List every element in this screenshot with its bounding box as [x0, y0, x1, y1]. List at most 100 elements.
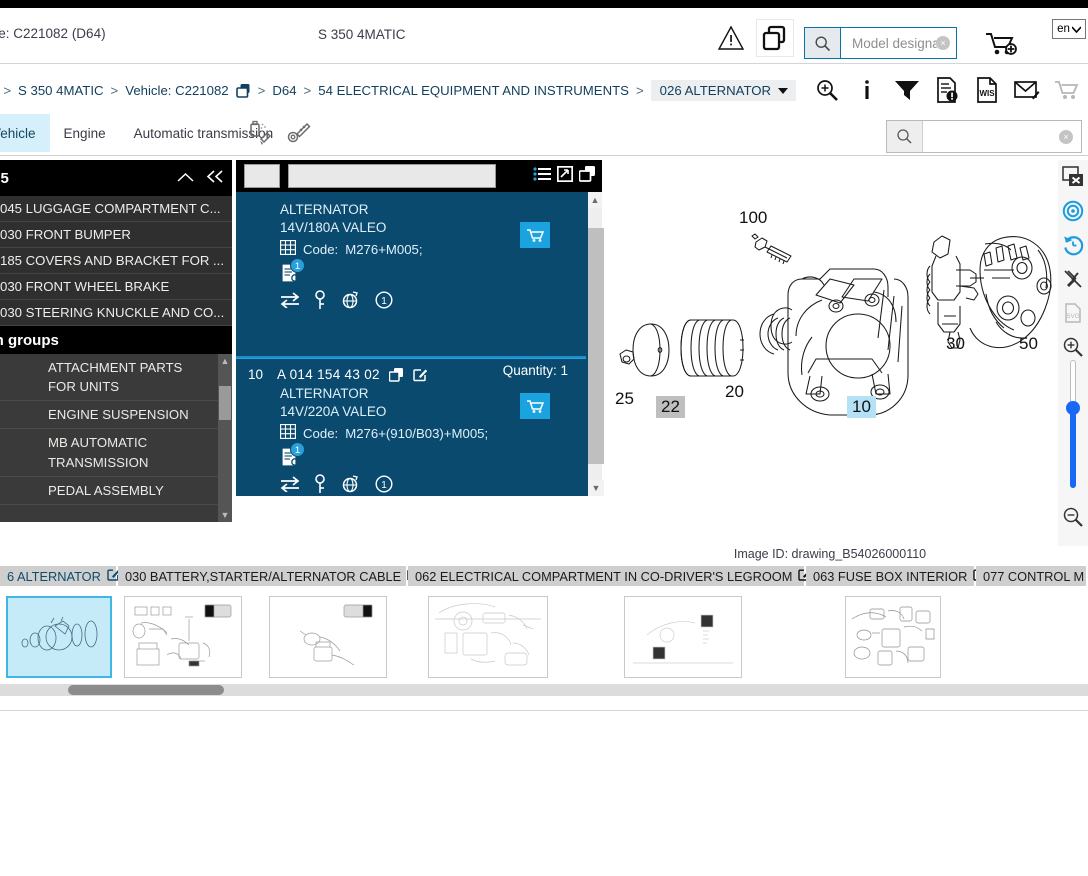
edit-icon[interactable]: [413, 367, 428, 382]
close-image-icon[interactable]: [1058, 160, 1088, 194]
history-undo-icon[interactable]: [1058, 228, 1088, 262]
part-list-item[interactable]: ALTERNATOR 14V/180A VALEO Code: M276+M00…: [236, 192, 602, 358]
scroll-down-arrow-icon[interactable]: ▼: [218, 508, 232, 522]
scroll-down-arrow-icon[interactable]: ▼: [588, 480, 604, 496]
circle-one-icon[interactable]: 1: [375, 291, 393, 312]
document-alert-icon[interactable]: [934, 76, 960, 104]
main-group-item[interactable]: 7 MB AUTOMATIC TRANSMISSION: [0, 429, 232, 477]
zoom-in-icon[interactable]: [814, 76, 840, 104]
exchange-icon[interactable]: [280, 292, 300, 311]
scroll-up-arrow-icon[interactable]: ▲: [588, 192, 602, 208]
svg-export-icon[interactable]: SVG: [1058, 296, 1088, 330]
search-icon[interactable]: [805, 28, 841, 58]
add-to-cart-button[interactable]: [520, 393, 550, 419]
parts-drawing-canvas[interactable]: 100 25 22 20 10 30 50: [604, 160, 1056, 546]
callout-25[interactable]: 25: [615, 389, 634, 409]
info-icon[interactable]: [854, 76, 880, 104]
document-search-icon[interactable]: [280, 447, 302, 471]
clear-icon[interactable]: ×: [1059, 129, 1073, 144]
exchange-icon[interactable]: [280, 476, 300, 495]
thumbnail-cell[interactable]: [0, 592, 118, 682]
search-icon[interactable]: [887, 121, 923, 152]
parts-select-all-box[interactable]: [244, 164, 280, 188]
zoom-out-icon[interactable]: [1058, 500, 1088, 534]
scrollbar-thumb[interactable]: [588, 228, 604, 464]
clear-icon[interactable]: ×: [936, 36, 950, 50]
expand-icon[interactable]: [556, 165, 574, 185]
breadcrumb-item-model[interactable]: S 350 4MATIC: [18, 83, 104, 98]
callout-100[interactable]: 100: [739, 208, 767, 228]
zoom-slider[interactable]: [1066, 360, 1080, 488]
copy-icon[interactable]: [388, 367, 404, 382]
top5-item[interactable]: 2 – 030 FRONT WHEEL BRAKE: [0, 274, 232, 300]
main-groups-scrollbar[interactable]: ▲ ▼: [218, 354, 232, 522]
chevron-up-icon[interactable]: [177, 170, 194, 187]
copy-icon-button[interactable]: [757, 20, 793, 56]
thumbnail-fuse-box[interactable]: [624, 596, 742, 678]
search-input[interactable]: Model designa: [852, 36, 940, 51]
list-view-icon[interactable]: [533, 166, 551, 185]
tab-engine[interactable]: Engine: [50, 114, 120, 152]
thumbnail-tab-control-module[interactable]: 077 CONTROL M: [976, 566, 1088, 586]
model-designation-search[interactable]: Model designa ×: [804, 27, 957, 59]
zoom-in-icon[interactable]: [1058, 330, 1088, 364]
top5-item[interactable]: 9 – 045 LUGGAGE COMPARTMENT C...: [0, 196, 232, 222]
paint-spray-icon[interactable]: [248, 120, 274, 149]
parts-filter-input[interactable]: [288, 164, 496, 188]
bolt-fastener-icon[interactable]: [286, 120, 312, 149]
thumbnail-tab-fuse-box[interactable]: 063 FUSE BOX INTERIOR: [806, 566, 986, 586]
table-grid-icon[interactable]: [279, 239, 297, 258]
document-search-icon[interactable]: [280, 263, 302, 287]
thumbnail-starter-cable[interactable]: [269, 596, 387, 678]
breadcrumb-selected-dropdown[interactable]: 026 ALTERNATOR: [650, 80, 797, 101]
part-list-item[interactable]: 10 A 014 154 43 02 Quantity: 1 ALTERNATO…: [236, 358, 602, 494]
chevron-double-left-icon[interactable]: [206, 169, 224, 187]
thumbnail-cell[interactable]: [248, 592, 408, 682]
copy-icon[interactable]: [578, 165, 596, 185]
key-icon[interactable]: [313, 290, 327, 313]
key-icon[interactable]: [313, 474, 327, 497]
language-select[interactable]: en: [1052, 19, 1086, 39]
tab-vehicle[interactable]: Vehicle: [0, 114, 50, 152]
callout-50[interactable]: 50: [1019, 334, 1038, 354]
main-group-item[interactable]: 4 ENGINE SUSPENSION: [0, 401, 232, 430]
warning-triangle-icon[interactable]: [717, 24, 745, 52]
circle-one-icon[interactable]: 1: [375, 475, 393, 496]
parts-list-scrollbar[interactable]: ▲ ▼: [586, 192, 604, 496]
thumbnail-cell[interactable]: [408, 592, 568, 682]
copy-icon[interactable]: [235, 83, 251, 98]
callout-20[interactable]: 20: [725, 382, 744, 402]
callout-10[interactable]: 10: [847, 396, 876, 418]
cart-add-icon[interactable]: [984, 30, 1018, 58]
thumbnail-tab-battery-cable[interactable]: 030 BATTERY,STARTER/ALTERNATOR CABLE: [118, 566, 420, 586]
thumbnail-control-module[interactable]: [845, 596, 941, 678]
main-group-item[interactable]: 9 PEDAL ASSEMBLY: [0, 477, 232, 505]
unpin-icon[interactable]: [1058, 262, 1088, 296]
main-group-item[interactable]: 1 ATTACHMENT PARTS FOR UNITS: [0, 354, 232, 402]
cart-icon[interactable]: [1054, 76, 1080, 104]
top5-item[interactable]: 3 – 030 STEERING KNUCKLE AND CO...: [0, 300, 232, 326]
thumbnail-tab-alternator[interactable]: 6 ALTERNATOR: [0, 566, 120, 586]
thumbnail-battery-cable[interactable]: [124, 596, 242, 678]
globe-info-icon[interactable]: [340, 474, 362, 497]
slider-handle[interactable]: [1066, 401, 1080, 415]
mail-edit-icon[interactable]: [1014, 76, 1040, 104]
wis-document-icon[interactable]: WIS: [974, 76, 1000, 104]
filter-icon[interactable]: [894, 76, 920, 104]
scrollbar-thumb[interactable]: [219, 386, 231, 420]
breadcrumb-item-group[interactable]: 54 ELECTRICAL EQUIPMENT AND INSTRUMENTS: [318, 83, 629, 98]
thumbnail-cell[interactable]: [568, 592, 798, 682]
callout-30[interactable]: 30: [946, 334, 965, 354]
thumbnail-electrical-compartment[interactable]: [428, 596, 548, 678]
top5-item[interactable]: 1 – 185 COVERS AND BRACKET FOR ...: [0, 248, 232, 274]
thumbnail-cell[interactable]: [798, 592, 988, 682]
callout-22[interactable]: 22: [656, 396, 685, 418]
thumbnail-strip-scrollbar[interactable]: [0, 684, 1088, 696]
breadcrumb-item-vehicle[interactable]: Vehicle: C221082: [125, 83, 228, 98]
breadcrumb-item-d64[interactable]: D64: [272, 83, 296, 98]
scrollbar-thumb[interactable]: [68, 685, 224, 695]
globe-info-icon[interactable]: [340, 290, 362, 313]
thumbnail-alternator[interactable]: [6, 596, 112, 678]
parts-search-box[interactable]: ×: [886, 120, 1082, 153]
table-grid-icon[interactable]: [279, 423, 297, 442]
